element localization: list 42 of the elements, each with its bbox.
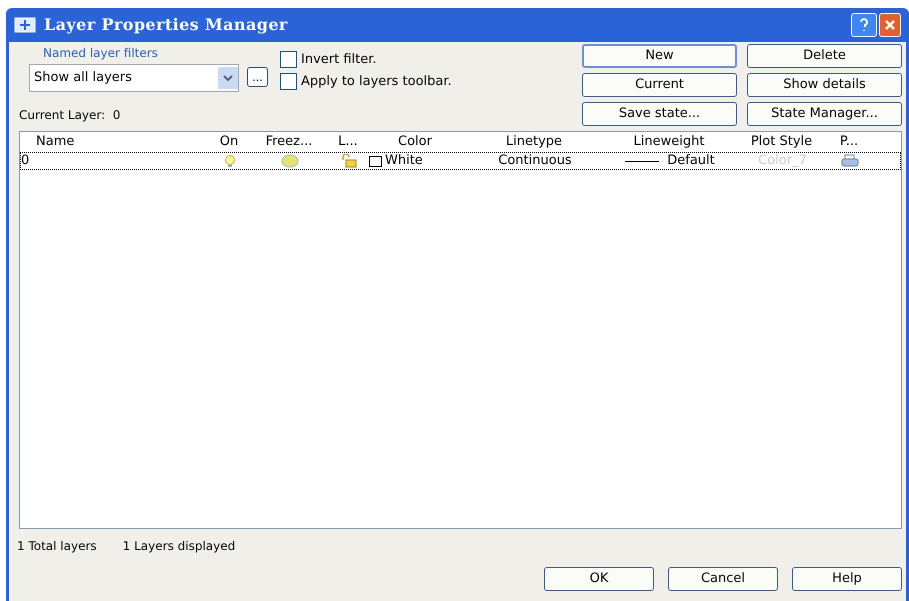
close-button[interactable] <box>879 13 901 37</box>
table-cell-text: 0 <box>21 152 30 170</box>
padlock-icon[interactable] <box>340 154 358 168</box>
dialog-button[interactable]: New <box>582 44 737 68</box>
dialog-button[interactable]: Delete <box>747 44 902 68</box>
checkbox-label: Invert filter. <box>301 51 377 69</box>
table-cell-text: Continuous <box>498 152 572 170</box>
checkbox-label: Apply to layers toolbar. <box>301 72 452 90</box>
line-sample-icon <box>625 160 660 162</box>
checkbox[interactable] <box>280 51 297 68</box>
filters-label: Named layer filters <box>43 45 158 62</box>
column-header[interactable]: Freez... <box>248 132 330 152</box>
column-header[interactable]: Plot Style <box>734 132 829 152</box>
dialog-button[interactable]: OK <box>544 567 654 591</box>
question-mark-icon <box>859 18 869 32</box>
close-icon <box>884 19 896 31</box>
column-header[interactable]: Lineweight <box>604 132 734 152</box>
status-text: 1 Layers displayed <box>122 538 236 555</box>
dialog-button[interactable]: Show details <box>747 73 902 97</box>
checkbox[interactable] <box>280 72 297 90</box>
printer-icon[interactable] <box>840 154 860 168</box>
table-cell-text: White <box>385 152 423 170</box>
column-header[interactable]: Linetype <box>464 132 604 152</box>
browse-button[interactable]: ... <box>247 67 268 87</box>
dialog-button[interactable]: State Manager... <box>747 102 902 126</box>
dialog-button[interactable]: Save state... <box>582 102 737 126</box>
dialog-button[interactable]: Help <box>792 567 902 591</box>
color-swatch-icon <box>369 156 382 166</box>
column-header[interactable]: L... <box>330 132 366 152</box>
filter-dropdown[interactable]: Show all layers <box>29 64 239 92</box>
status-text: 1 Total layers <box>17 538 97 555</box>
column-header[interactable]: P... <box>829 132 869 152</box>
dialog-button[interactable]: Cancel <box>668 567 778 591</box>
dialog-button[interactable]: Current <box>582 73 737 97</box>
column-header[interactable]: On <box>210 132 248 152</box>
window-title: Layer Properties Manager <box>44 14 288 36</box>
lightbulb-icon[interactable] <box>223 154 237 168</box>
help-button[interactable] <box>851 13 877 37</box>
column-header[interactable]: Name <box>20 132 210 152</box>
column-header[interactable]: Color <box>366 132 464 152</box>
table-cell-text: Default <box>667 152 715 170</box>
current-layer-label: Current Layer: 0 <box>19 107 122 124</box>
